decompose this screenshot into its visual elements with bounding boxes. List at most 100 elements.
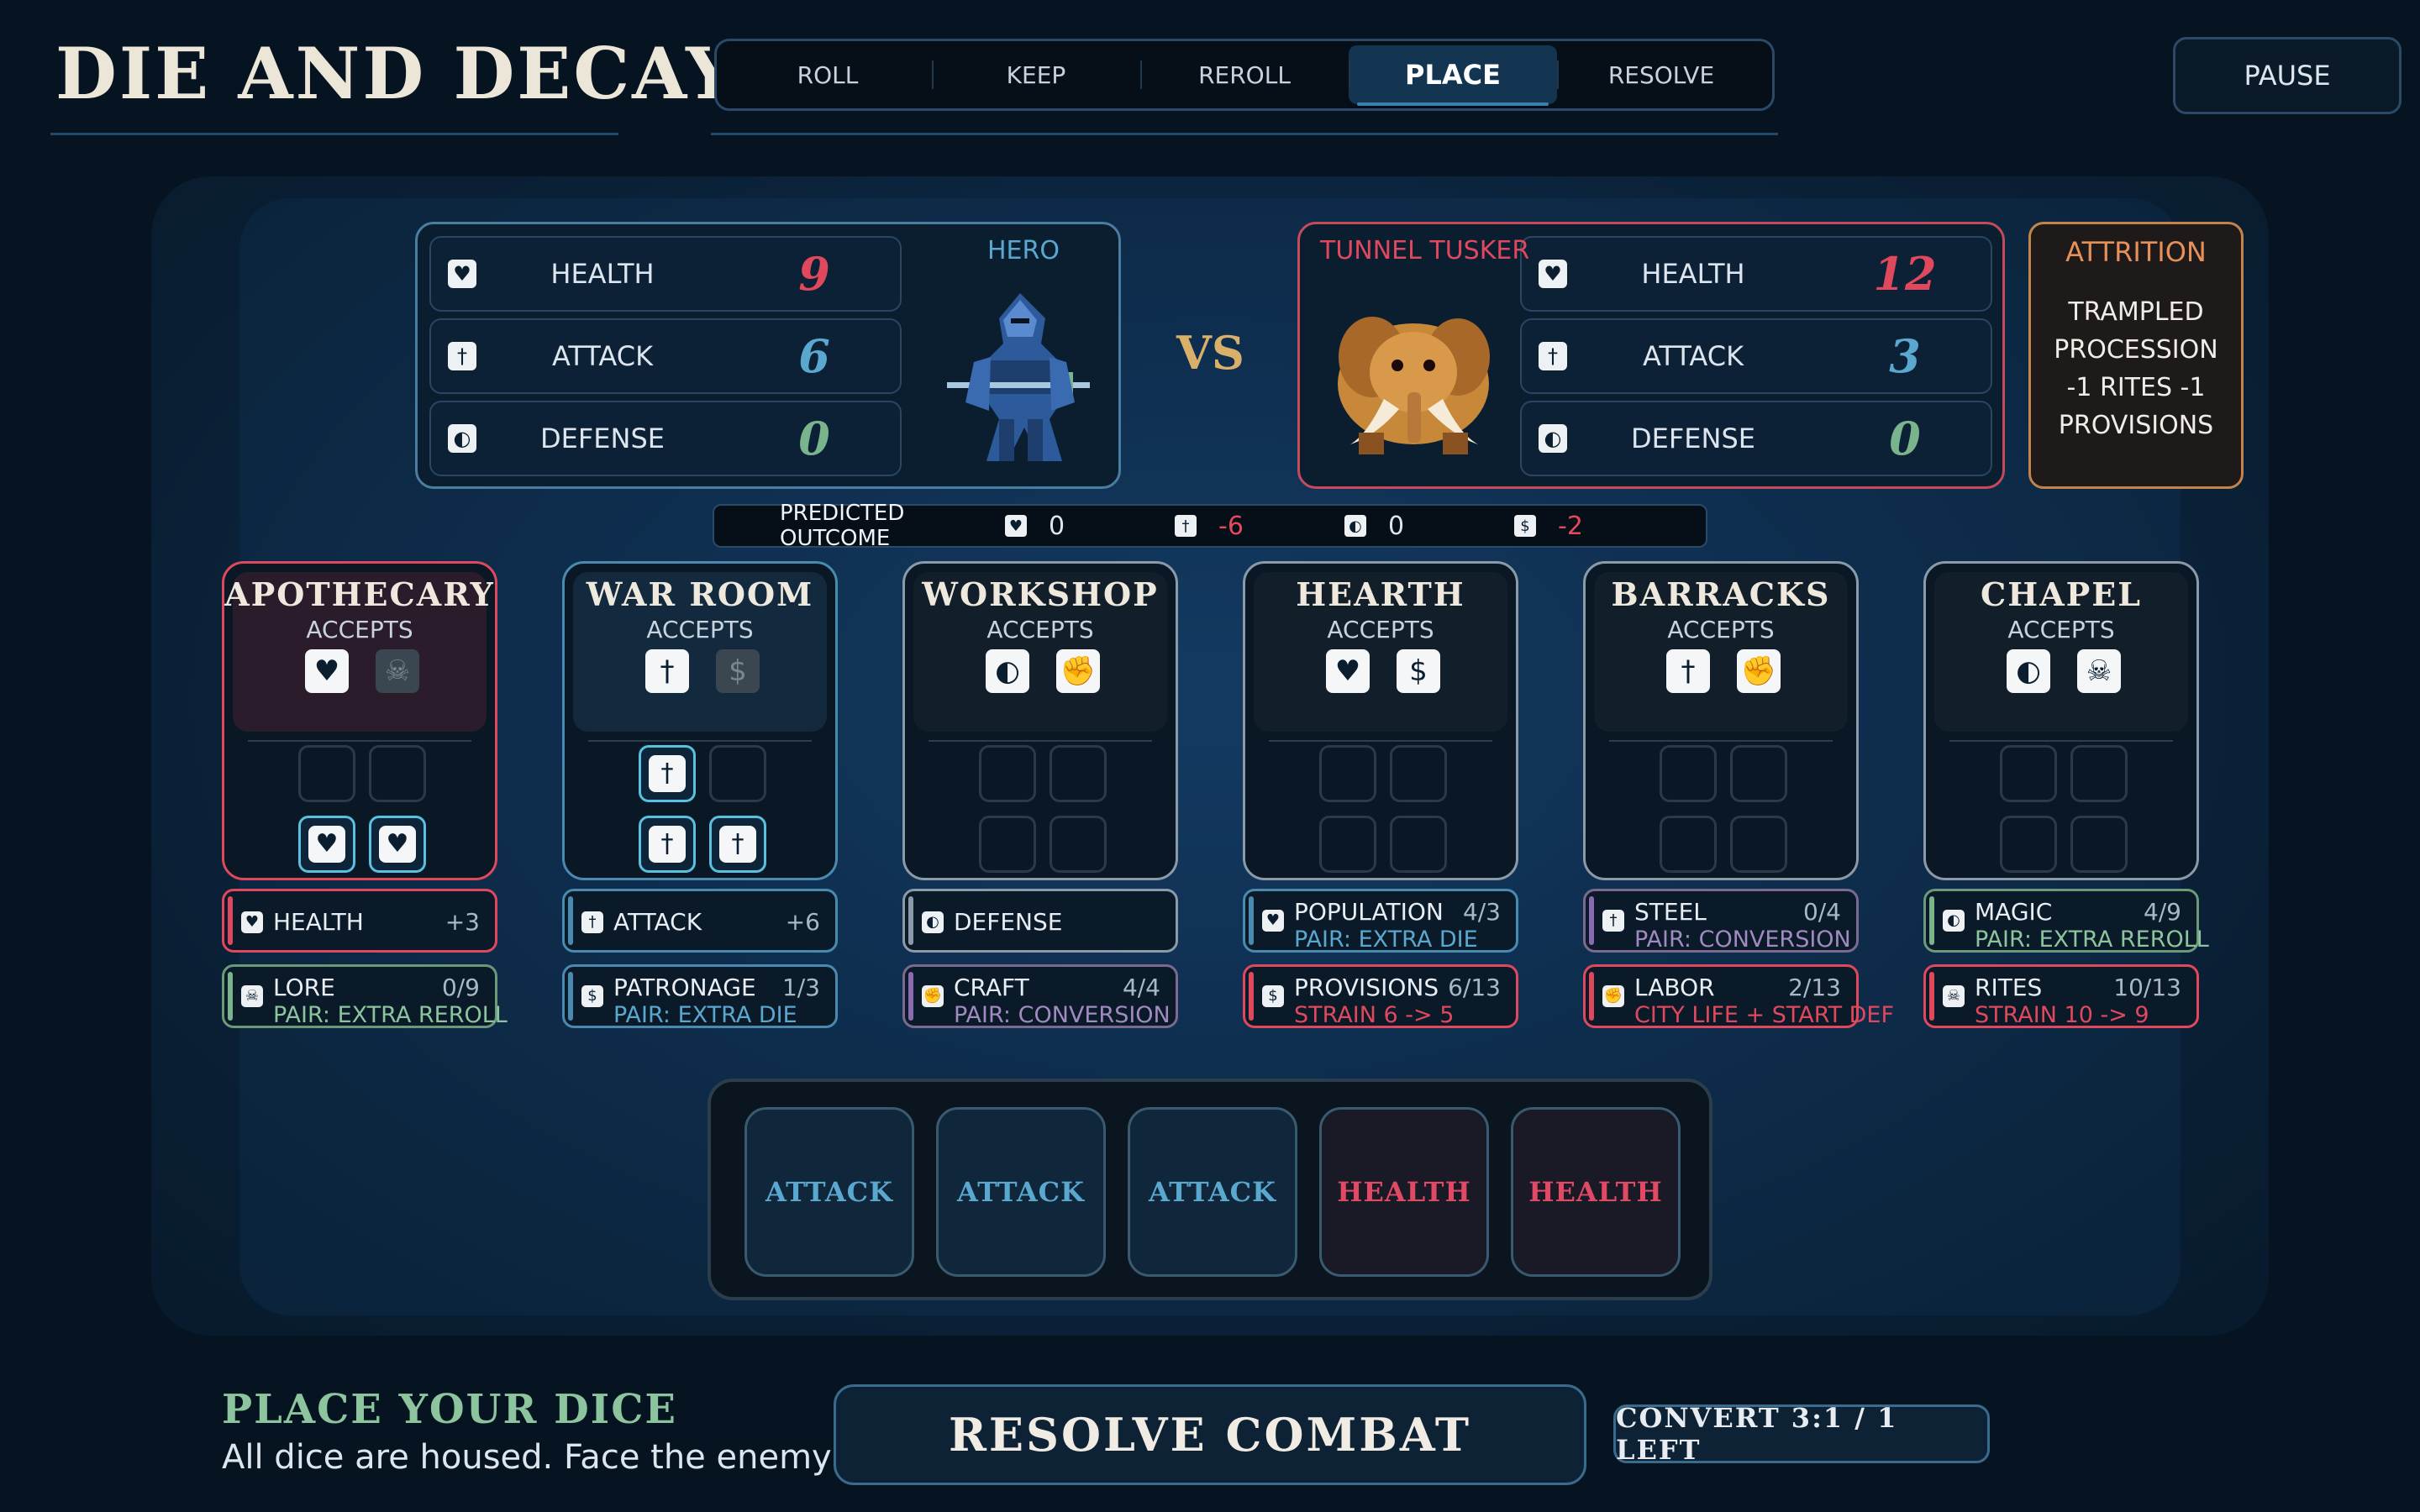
coin-icon: $ <box>1514 515 1536 537</box>
health-die[interactable]: HEALTH <box>1511 1107 1681 1277</box>
resource-labor: ✊ LABOR 2/13 CITY LIFE + START DEF <box>1583 964 1894 1028</box>
building-name: WAR ROOM <box>586 575 814 613</box>
resource-attack: † ATTACK +6 <box>562 889 838 953</box>
accepts-heart-icon: ♥ <box>1326 649 1370 693</box>
resource-name: LORE <box>273 974 335 1001</box>
die-slot[interactable] <box>2000 745 2057 802</box>
building-name: CHAPEL <box>1981 575 2142 613</box>
die-slot[interactable] <box>298 745 355 802</box>
skull-icon: ☠ <box>1943 985 1965 1007</box>
attack-die[interactable]: ATTACK <box>1128 1107 1297 1277</box>
resource-note: STRAIN 6 -> 5 <box>1294 1002 1455 1028</box>
building-workshop[interactable]: WORKSHOP ACCEPTS ◐ ✊ <box>902 561 1178 880</box>
enemy-stat-attack: † ATTACK 3 <box>1520 318 1992 394</box>
stat-label: ATTACK <box>551 340 654 372</box>
die-slot[interactable] <box>1660 745 1717 802</box>
die-slot[interactable] <box>979 745 1036 802</box>
placed-die[interactable]: † <box>709 816 766 873</box>
resolve-combat-button[interactable]: RESOLVE COMBAT <box>834 1384 1586 1485</box>
die-slot[interactable] <box>1050 816 1107 873</box>
building-hearth[interactable]: HEARTH ACCEPTS ♥ $ <box>1243 561 1518 880</box>
resource-steel: † STEEL 0/4 PAIR: CONVERSION <box>1583 889 1859 953</box>
resource-patronage: $ PATRONAGE 1/3 PAIR: EXTRA DIE <box>562 964 838 1028</box>
placed-die[interactable]: ♥ <box>369 816 426 873</box>
convert-button[interactable]: CONVERT 3:1 / 1 LEFT <box>1613 1402 1990 1466</box>
hero-portrait <box>947 293 1090 461</box>
die-slot[interactable] <box>1390 816 1447 873</box>
attack-die[interactable]: ATTACK <box>744 1107 914 1277</box>
die-slot[interactable] <box>1050 745 1107 802</box>
die-slot[interactable] <box>2070 816 2128 873</box>
building-divider <box>1269 740 1492 742</box>
die-slot[interactable] <box>2000 816 2057 873</box>
placed-die[interactable]: † <box>639 745 696 802</box>
die-slot[interactable] <box>1660 816 1717 873</box>
accepts-sword-icon: † <box>1666 649 1710 693</box>
attack-die[interactable]: ATTACK <box>936 1107 1106 1277</box>
die-slot[interactable] <box>1390 745 1447 802</box>
placed-die[interactable]: † <box>639 816 696 873</box>
resource-value: 6/13 <box>1448 974 1501 1001</box>
accepts-skull-icon: ☠ <box>376 649 419 693</box>
building-war-room[interactable]: WAR ROOM ACCEPTS † $ † † † <box>562 561 838 880</box>
resource-name: HEALTH <box>273 908 364 936</box>
building-chapel[interactable]: CHAPEL ACCEPTS ◐ ☠ <box>1923 561 2199 880</box>
phase-tab-roll[interactable]: ROLL <box>723 45 932 104</box>
stat-label: HEALTH <box>550 258 655 290</box>
phase-divider <box>711 133 1778 135</box>
phase-tabs: ROLL KEEP REROLL PLACE RESOLVE <box>714 39 1775 111</box>
heart-icon: ♥ <box>1262 910 1284 932</box>
accepts-label: ACCEPTS <box>1667 616 1775 643</box>
building-divider <box>1949 740 2173 742</box>
shield-icon: ◐ <box>448 424 476 453</box>
building-barracks[interactable]: BARRACKS ACCEPTS † ✊ <box>1583 561 1859 880</box>
resource-name: RITES <box>1975 974 2043 1001</box>
building-divider <box>1609 740 1833 742</box>
die-slot[interactable] <box>709 745 766 802</box>
attrition-title: ATTRITION <box>2065 236 2207 268</box>
pause-button[interactable]: PAUSE <box>2173 37 2402 114</box>
die-slot[interactable] <box>1730 745 1787 802</box>
stat-value: 6 <box>798 329 830 383</box>
accepts-heart-icon: ♥ <box>305 649 349 693</box>
phase-tab-resolve[interactable]: RESOLVE <box>1557 45 1765 104</box>
accepts-label: ACCEPTS <box>986 616 1094 643</box>
resource-name: DEFENSE <box>954 908 1063 936</box>
die-slot[interactable] <box>979 816 1036 873</box>
predicted-value: 0 <box>1388 511 1405 541</box>
stat-label: HEALTH <box>1641 258 1745 290</box>
die-slot[interactable] <box>1319 816 1376 873</box>
building-apothecary[interactable]: APOTHECARY ACCEPTS ♥ ☠ ♥ ♥ <box>222 561 497 880</box>
resource-value: +3 <box>445 908 480 936</box>
hero-stat-attack: † ATTACK 6 <box>429 318 902 394</box>
die-slot[interactable] <box>369 745 426 802</box>
building-name: BARRACKS <box>1611 575 1831 613</box>
resource-name: ATTACK <box>613 908 702 936</box>
die-slot[interactable] <box>1730 816 1787 873</box>
sword-icon: † <box>719 826 756 863</box>
shield-icon: ◐ <box>1943 910 1965 932</box>
die-slot[interactable] <box>1319 745 1376 802</box>
game-title: DIE AND DECAY <box>55 32 739 115</box>
resource-note: PAIR: EXTRA REROLL <box>273 1002 508 1028</box>
stat-label: DEFENSE <box>540 423 665 454</box>
health-die[interactable]: HEALTH <box>1319 1107 1489 1277</box>
phase-tab-place[interactable]: PLACE <box>1349 45 1557 106</box>
resource-name: STEEL <box>1634 898 1707 926</box>
enemy-portrait <box>1338 317 1490 454</box>
phase-tab-reroll[interactable]: REROLL <box>1140 45 1349 104</box>
resource-lore: ☠ LORE 0/9 PAIR: EXTRA REROLL <box>222 964 508 1028</box>
building-divider <box>929 740 1152 742</box>
resource-provisions: $ PROVISIONS 6/13 STRAIN 6 -> 5 <box>1243 964 1518 1028</box>
stat-value: 0 <box>798 412 830 465</box>
building-name: HEARTH <box>1296 575 1465 613</box>
heart-icon: ♥ <box>241 911 263 933</box>
resource-name: CRAFT <box>954 974 1029 1001</box>
placed-die[interactable]: ♥ <box>298 816 355 873</box>
sword-icon: † <box>649 826 686 863</box>
resource-value: 4/9 <box>2143 898 2181 926</box>
predicted-outcome-bar: PREDICTED OUTCOME ♥ 0 † -6 ◐ 0 $ -2 <box>713 501 1707 551</box>
die-slot[interactable] <box>2070 745 2128 802</box>
prompt-title: PLACE YOUR DICE <box>222 1386 677 1433</box>
phase-tab-keep[interactable]: KEEP <box>932 45 1140 104</box>
